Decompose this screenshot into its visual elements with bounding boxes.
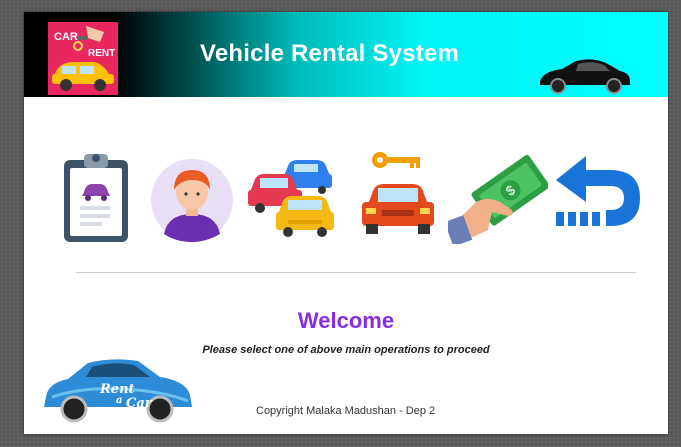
customers-button[interactable] — [150, 158, 234, 247]
header-banner: CAR RENT Vehicle Rental System — [24, 12, 668, 97]
rent-button[interactable] — [358, 150, 438, 247]
app-title: Vehicle Rental System — [200, 40, 459, 67]
welcome-heading: Welcome — [297, 308, 395, 333]
payment-button[interactable]: $ — [444, 152, 550, 249]
return-arrow-icon — [556, 156, 640, 226]
vehicles-fleet-icon — [248, 160, 334, 237]
car-key-icon — [362, 152, 434, 234]
rent-a-car-image: Rent a Car — [42, 357, 194, 430]
instruction-text: Please select one of above main operatio… — [202, 344, 490, 356]
reservations-button[interactable] — [60, 152, 132, 249]
section-divider — [76, 272, 636, 273]
rent-car-text-a: a — [116, 395, 122, 406]
return-button[interactable] — [552, 154, 644, 239]
black-sedan-image — [536, 57, 632, 100]
car-rent-logo: CAR RENT — [48, 22, 118, 95]
customer-avatar-icon — [151, 159, 233, 242]
copyright-text: Copyright Malaka Madushan - Dep 2 — [256, 405, 436, 417]
clipboard-car-icon — [64, 154, 128, 242]
logo-text-car: CAR — [54, 31, 78, 43]
vehicles-button[interactable] — [248, 158, 338, 247]
main-window: CAR RENT Vehicle Rental System $ Welcome… — [24, 12, 668, 434]
logo-text-rent: RENT — [88, 48, 115, 59]
payment-cash-icon: $ — [444, 154, 550, 247]
rent-car-text-car: Car — [126, 396, 153, 411]
